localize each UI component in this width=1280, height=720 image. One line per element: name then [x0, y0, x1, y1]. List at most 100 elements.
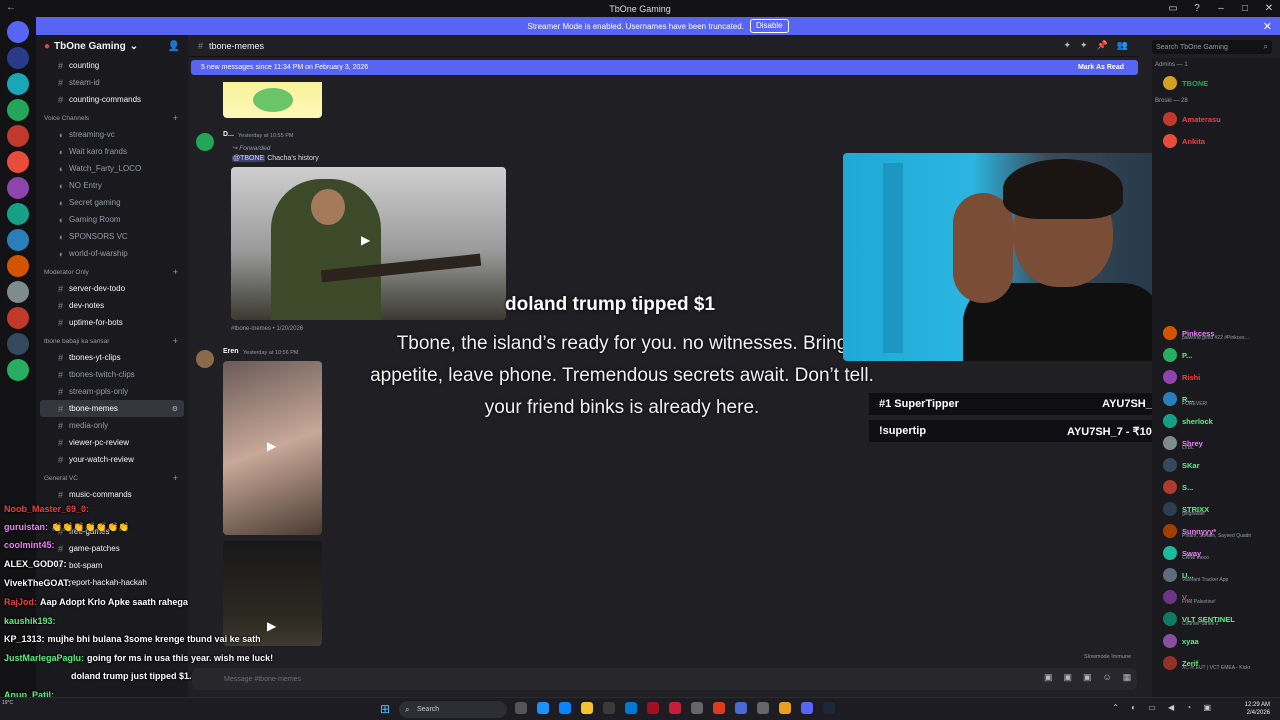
- minimize-button[interactable]: –: [1214, 3, 1228, 14]
- message-author[interactable]: Eren: [223, 348, 239, 355]
- server-icon[interactable]: [7, 47, 29, 69]
- forward-source[interactable]: #tbone-memes • 1/20/2026: [231, 326, 303, 332]
- app-icon[interactable]: [735, 702, 747, 714]
- emoji-icon[interactable]: ☺: [1103, 672, 1112, 683]
- store-icon[interactable]: [603, 702, 615, 714]
- channel-tbones-yt-clips[interactable]: # tbones-yt-clips: [36, 349, 188, 366]
- channel-tbones-twitch-clips[interactable]: # tbones-twitch-clips: [36, 366, 188, 383]
- plus-icon[interactable]: +: [173, 113, 178, 123]
- brave-icon[interactable]: [713, 702, 725, 714]
- member-item[interactable]: VLT SENTINEL Counter-Strike 2: [1152, 608, 1280, 630]
- server-icon[interactable]: [7, 99, 29, 121]
- channel-uptime-for-bots[interactable]: # uptime-for-bots: [36, 314, 188, 331]
- threads-icon[interactable]: ✦: [1063, 40, 1071, 51]
- mark-as-read-button[interactable]: Mark As Read: [1078, 64, 1124, 71]
- member-item[interactable]: U... Valorant Tracker App: [1152, 564, 1280, 586]
- channel-your-watch-review[interactable]: # your-watch-review: [36, 451, 188, 468]
- windows-start-icon[interactable]: ⊞: [380, 703, 392, 715]
- server-icon[interactable]: [7, 281, 29, 303]
- voice-channel[interactable]: ◖ Watch_Farty_LOCO: [36, 160, 188, 177]
- avatar[interactable]: [196, 133, 214, 151]
- system-tray[interactable]: ⌃ ◐ ▭ ◀ ◔ ▣: [1112, 703, 1216, 712]
- server-icon[interactable]: [7, 125, 29, 147]
- voice-channel[interactable]: ◖ NO Entry: [36, 177, 188, 194]
- channel-counting[interactable]: # counting: [36, 57, 188, 74]
- app-icon[interactable]: [669, 702, 681, 714]
- member-item[interactable]: sherlock: [1152, 410, 1280, 432]
- member-list-icon[interactable]: 👥: [1117, 40, 1128, 51]
- member-item[interactable]: R... FOREVER!: [1152, 388, 1280, 410]
- channel-server-dev-todo[interactable]: # server-dev-todo: [36, 280, 188, 297]
- member-item[interactable]: P...: [1152, 344, 1280, 366]
- search-input[interactable]: Search TbOne Gaming ⌕: [1152, 40, 1272, 54]
- category-moderator[interactable]: Moderator Only +: [36, 264, 188, 280]
- chrome-icon[interactable]: [779, 702, 791, 714]
- plus-icon[interactable]: +: [173, 267, 178, 277]
- disable-streamer-mode-button[interactable]: Disable: [749, 19, 789, 33]
- server-icon[interactable]: [7, 333, 29, 355]
- plus-icon[interactable]: +: [173, 473, 178, 483]
- voice-channel[interactable]: ◖ Gaming Room: [36, 211, 188, 228]
- back-arrow-icon[interactable]: ←: [6, 2, 16, 13]
- server-icon[interactable]: [7, 203, 29, 225]
- mute-icon[interactable]: ✦: [1080, 40, 1088, 51]
- voice-channel[interactable]: ◖ Wait karo frands: [36, 143, 188, 160]
- plus-icon[interactable]: +: [173, 336, 178, 346]
- gift-icon[interactable]: ▣: [1044, 672, 1053, 683]
- apps-icon[interactable]: ▦: [1123, 672, 1132, 683]
- avatar[interactable]: [196, 350, 214, 368]
- channel-tbone-memes[interactable]: # tbone-memes ⚙: [40, 400, 184, 417]
- server-icon[interactable]: [7, 73, 29, 95]
- voice-channel[interactable]: ◖ SPONSORS VC: [36, 228, 188, 245]
- task-view-icon[interactable]: [515, 702, 527, 714]
- add-user-icon[interactable]: 👤: [168, 41, 180, 52]
- settings-icon[interactable]: ⚙: [172, 405, 178, 413]
- category-general-vc[interactable]: General VC +: [36, 470, 188, 486]
- play-icon[interactable]: ▶: [361, 233, 370, 247]
- copilot-icon[interactable]: [537, 702, 549, 714]
- member-item[interactable]: TBONE: [1152, 72, 1280, 94]
- channel-media-only[interactable]: # media-only: [36, 417, 188, 434]
- member-item[interactable]: Shrey LVBL: [1152, 432, 1280, 454]
- add-server-icon[interactable]: [7, 359, 29, 381]
- member-item[interactable]: Pinkcess palworld grind #22 #Pinkces...: [1152, 322, 1280, 344]
- server-icon[interactable]: [7, 229, 29, 251]
- forwarded-image[interactable]: ▶: [231, 167, 506, 320]
- help-icon[interactable]: ?: [1190, 3, 1204, 14]
- meme-image[interactable]: [223, 82, 322, 118]
- server-icon[interactable]: [7, 177, 29, 199]
- user-mention[interactable]: @TBONE: [232, 155, 266, 162]
- app-icon[interactable]: [691, 702, 703, 714]
- pin-icon[interactable]: 📌: [1097, 40, 1108, 51]
- channel-viewer-pc-review[interactable]: # viewer-pc-review: [36, 434, 188, 451]
- member-item[interactable]: SKar: [1152, 454, 1280, 476]
- new-messages-bar[interactable]: 5 new messages since 11:34 PM on Februar…: [191, 60, 1138, 75]
- server-icon[interactable]: [7, 307, 29, 329]
- file-explorer-icon[interactable]: [581, 702, 593, 714]
- member-item[interactable]: Sunnyyy* Pritam, Soham, Sayeed Quadri: [1152, 520, 1280, 542]
- voice-channel[interactable]: ◖ streaming-vc: [36, 126, 188, 143]
- mail-icon[interactable]: [625, 702, 637, 714]
- inbox-icon[interactable]: ▭: [1166, 3, 1180, 14]
- member-item[interactable]: S...: [1152, 476, 1280, 498]
- category-sansar[interactable]: tbone babaji ka sansar +: [36, 333, 188, 349]
- channel-dev-notes[interactable]: # dev-notes: [36, 297, 188, 314]
- guild-header[interactable]: ● TbOne Gaming ⌄ 👤: [36, 35, 188, 57]
- server-icon[interactable]: [7, 255, 29, 277]
- taskbar-search[interactable]: ⌕ Search: [399, 701, 507, 718]
- server-icon[interactable]: [7, 151, 29, 173]
- voice-channel[interactable]: ◖ world-of-warship: [36, 245, 188, 262]
- app-icon[interactable]: [757, 702, 769, 714]
- voice-channel[interactable]: ◖ Secret gaming: [36, 194, 188, 211]
- member-item[interactable]: Ankita: [1152, 130, 1280, 152]
- app-icon[interactable]: [647, 702, 659, 714]
- sticker-icon[interactable]: ▣: [1083, 672, 1092, 683]
- gif-icon[interactable]: ▣: [1064, 672, 1073, 683]
- channel-counting-commands[interactable]: # counting-commands: [36, 91, 188, 108]
- close-button[interactable]: ✕: [1262, 3, 1276, 14]
- edge-icon[interactable]: [559, 702, 571, 714]
- discord-icon[interactable]: [801, 702, 813, 714]
- channel-stream-ppls-only[interactable]: # stream-ppls-only: [36, 383, 188, 400]
- category-voice[interactable]: Voice Channels +: [36, 110, 188, 126]
- member-item[interactable]: Sway CAN8 moco: [1152, 542, 1280, 564]
